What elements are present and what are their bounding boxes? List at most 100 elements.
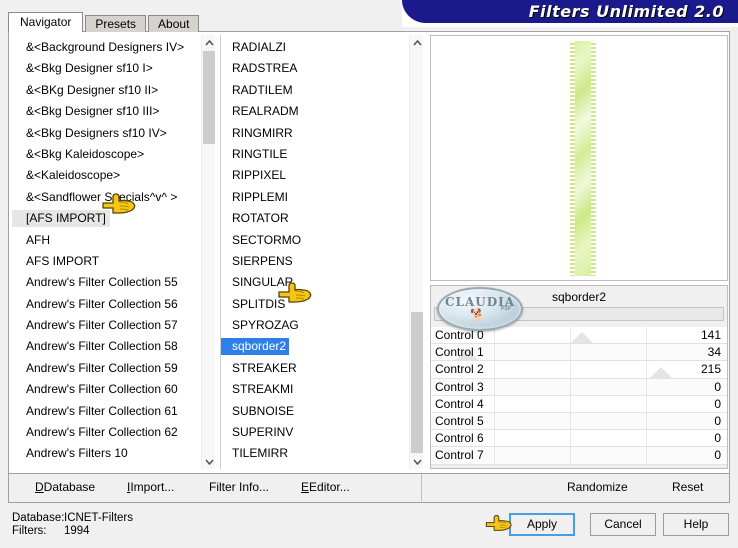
control-row[interactable]: Control 4 0	[431, 395, 727, 413]
filter-row[interactable]: sqborder2	[221, 336, 409, 357]
category-item[interactable]: Andrew's Filter Collection 61	[12, 401, 201, 422]
filter-item[interactable]: SIERPENS	[221, 251, 409, 272]
category-row[interactable]: &<Bkg Kaleidoscope>	[12, 144, 201, 165]
category-item[interactable]: &<Bkg Designer sf10 III>	[12, 101, 201, 122]
category-item[interactable]: &<Bkg Designer sf10 I>	[12, 58, 201, 79]
category-item[interactable]: &<Sandflower Specials^v^ >	[12, 187, 201, 208]
editor-button[interactable]: EEditor...	[301, 474, 350, 501]
category-row[interactable]: Andrew's Filter Collection 60	[12, 379, 201, 400]
filter-row[interactable]: RINGTILE	[221, 144, 409, 165]
category-item[interactable]: AFS IMPORT	[12, 251, 201, 272]
filter-preview[interactable]	[430, 35, 728, 281]
filter-row[interactable]: SECTORMO	[221, 230, 409, 251]
apply-button[interactable]: Apply	[509, 513, 575, 536]
category-row[interactable]: [AFS IMPORT]	[12, 208, 201, 229]
filter-row[interactable]: RADTILEM	[221, 80, 409, 101]
tab-navigator[interactable]: Navigator	[8, 12, 84, 32]
filter-row[interactable]: RIPPIXEL	[221, 165, 409, 186]
filter-item[interactable]: RIPPIXEL	[221, 165, 409, 186]
control-row[interactable]: Control 7 0	[431, 447, 727, 465]
filter-item[interactable]: SECTORMO	[221, 230, 409, 251]
category-row[interactable]: Andrew's Filter Collection 57	[12, 315, 201, 336]
control-slider-thumb[interactable]	[650, 366, 673, 378]
filter-item[interactable]: SPLITDIS	[221, 294, 409, 315]
filter-item[interactable]: SPYROZAG	[221, 315, 409, 336]
filter-item[interactable]: RADTILEM	[221, 80, 409, 101]
category-row[interactable]: &<Background Designers IV>	[12, 37, 201, 58]
category-row[interactable]: &<Bkg Designer sf10 III>	[12, 101, 201, 122]
reset-button[interactable]: Reset	[672, 474, 703, 501]
filter-item[interactable]: ROTATOR	[221, 208, 409, 229]
filter-name-list[interactable]: RADIALZI RADSTREA RADTILEM REALRADM RINGMIRR…	[220, 35, 423, 469]
tab-about[interactable]: About	[148, 15, 200, 32]
category-item[interactable]: &<BKg Designer sf10 II>	[12, 80, 201, 101]
filter-row[interactable]: RIPPLEMI	[221, 187, 409, 208]
scroll-down-icon[interactable]	[410, 454, 423, 469]
filter-row[interactable]: SPYROZAG	[221, 315, 409, 336]
randomize-button[interactable]: Randomize	[567, 474, 628, 501]
filter-item[interactable]: RADIALZI	[221, 37, 409, 58]
category-scroll-thumb[interactable]	[203, 51, 215, 144]
filter-row[interactable]: STREAKER	[221, 358, 409, 379]
tab-presets[interactable]: Presets	[85, 15, 147, 32]
scroll-down-icon[interactable]	[202, 454, 215, 469]
filter-row[interactable]: SINGULAR	[221, 272, 409, 293]
filter-item[interactable]: REALRADM	[221, 101, 409, 122]
filter-item[interactable]: SUBNOISE	[221, 401, 409, 422]
scroll-up-icon[interactable]	[410, 35, 423, 50]
category-row[interactable]: &<BKg Designer sf10 II>	[12, 80, 201, 101]
filter-item[interactable]: STREAKER	[221, 358, 409, 379]
category-row[interactable]: &<Bkg Designer sf10 I>	[12, 58, 201, 79]
category-item[interactable]: Andrew's Filter Collection 58	[12, 336, 201, 357]
help-button[interactable]: Help	[663, 513, 729, 536]
filter-row[interactable]: SPLITDIS	[221, 294, 409, 315]
filter-item[interactable]: SUPERINV	[221, 422, 409, 443]
category-row[interactable]: Andrew's Filter Collection 55	[12, 272, 201, 293]
control-row[interactable]: Control 6 0	[431, 430, 727, 448]
category-row[interactable]: Andrew's Filter Collection 61	[12, 401, 201, 422]
filter-item[interactable]: sqborder2	[221, 338, 290, 356]
filter-item[interactable]: STREAKMI	[221, 379, 409, 400]
filter-item[interactable]: TILEMIRR	[221, 443, 409, 464]
category-item[interactable]: Andrew's Filters 10	[12, 443, 201, 464]
filter-row[interactable]: RADIALZI	[221, 37, 409, 58]
filter-row[interactable]: RINGMIRR	[221, 123, 409, 144]
category-row[interactable]: &<Bkg Designers sf10 IV>	[12, 123, 201, 144]
category-item[interactable]: Andrew's Filter Collection 59	[12, 358, 201, 379]
filter-row[interactable]: RADSTREA	[221, 58, 409, 79]
filter-row[interactable]: TILEMIRR	[221, 443, 409, 464]
category-row[interactable]: AFS IMPORT	[12, 251, 201, 272]
category-item[interactable]: AFH	[12, 230, 201, 251]
category-item[interactable]: &<Bkg Designers sf10 IV>	[12, 123, 201, 144]
filter-list-scrollbar[interactable]	[409, 35, 423, 469]
category-item[interactable]: Andrew's Filter Collection 62	[12, 422, 201, 443]
category-row[interactable]: &<Kaleidoscope>	[12, 165, 201, 186]
category-item[interactable]: Andrew's Filter Collection 55	[12, 272, 201, 293]
control-slider-thumb[interactable]	[570, 332, 593, 344]
filter-row[interactable]: ROTATOR	[221, 208, 409, 229]
filter-item[interactable]: RINGMIRR	[221, 123, 409, 144]
control-row[interactable]: Control 5 0	[431, 412, 727, 431]
filter-item[interactable]: SINGULAR	[221, 272, 409, 293]
control-row[interactable]: Control 3 0	[431, 378, 727, 396]
filter-row[interactable]: TREMORSC	[221, 465, 409, 469]
category-row[interactable]: Andrew's Filter Collection 56	[12, 294, 201, 315]
filter-item[interactable]: RINGTILE	[221, 144, 409, 165]
filter-row[interactable]: SUBNOISE	[221, 401, 409, 422]
filter-row[interactable]: STREAKMI	[221, 379, 409, 400]
filter-item[interactable]: RIPPLEMI	[221, 187, 409, 208]
filter-item[interactable]: RADSTREA	[221, 58, 409, 79]
filter-category-list[interactable]: &<Background Designers IV> &<Bkg Designer…	[12, 35, 215, 469]
category-row[interactable]: Andrew's Filter Collection 58	[12, 336, 201, 357]
category-item[interactable]: &<Background Designers IV>	[12, 37, 201, 58]
scroll-up-icon[interactable]	[202, 35, 215, 50]
import-button[interactable]: IImport...	[127, 474, 174, 501]
category-item[interactable]: [AFS IMPORT]	[12, 210, 110, 228]
category-list-scrollbar[interactable]	[201, 35, 215, 469]
category-item[interactable]: &<Kaleidoscope>	[12, 165, 201, 186]
category-row[interactable]: AFH	[12, 230, 201, 251]
control-row[interactable]: Control 1 34	[431, 344, 727, 362]
filter-row[interactable]: SUPERINV	[221, 422, 409, 443]
filter-item[interactable]: TREMORSC	[221, 465, 409, 469]
category-row[interactable]: Andrew's Filter Collection 59	[12, 358, 201, 379]
